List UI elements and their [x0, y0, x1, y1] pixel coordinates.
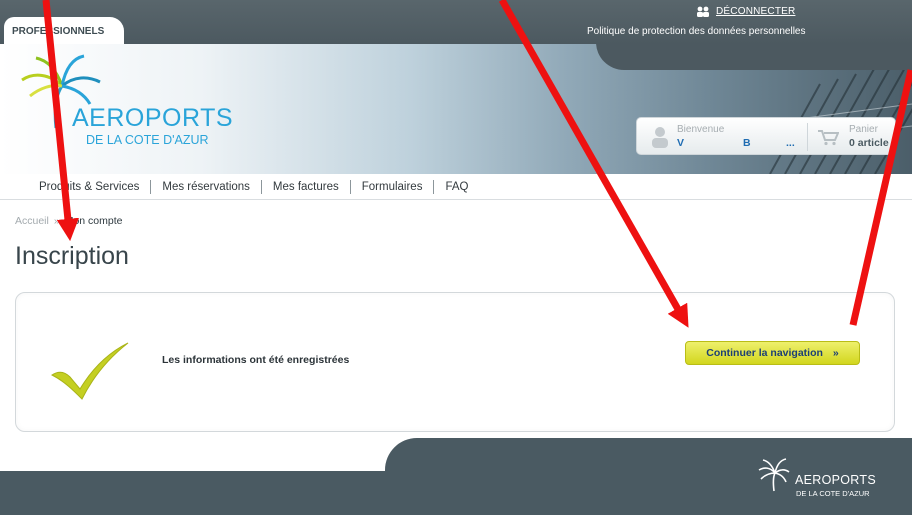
footer-logo-title: AEROPORTS — [795, 473, 876, 487]
menu-item-reservations[interactable]: Mes réservations — [151, 181, 261, 193]
breadcrumb: Accueil » Mon compte — [15, 215, 122, 227]
success-message: Les informations ont été enregistrées — [162, 354, 350, 366]
logo-subtitle: DE LA COTE D'AZUR — [86, 133, 209, 147]
user-icon — [652, 127, 668, 148]
menu-item-forms[interactable]: Formulaires — [351, 181, 434, 193]
footer-logo-subtitle: DE LA COTE D'AZUR — [796, 489, 870, 498]
user-last-name[interactable]: B — [743, 137, 751, 149]
cart-label[interactable]: Panier — [849, 124, 878, 135]
breadcrumb-separator: » — [53, 215, 60, 227]
welcome-label: Bienvenue — [677, 124, 725, 135]
main-menu: Produits & Services Mes réservations Mes… — [0, 174, 912, 200]
breadcrumb-home[interactable]: Accueil — [15, 215, 49, 227]
menu-item-faq[interactable]: FAQ — [434, 181, 479, 193]
logo-title: AEROPORTS — [72, 104, 234, 132]
menu-item-products-services[interactable]: Produits & Services — [28, 181, 150, 193]
menu-item-invoices[interactable]: Mes factures — [262, 181, 350, 193]
page-title: Inscription — [15, 242, 129, 270]
logout-label[interactable]: DÉCONNECTER — [716, 6, 795, 17]
cart-count[interactable]: 0 article — [849, 137, 889, 149]
user-name-more[interactable]: ... — [786, 137, 795, 149]
cart-icon[interactable] — [817, 128, 839, 146]
continue-navigation-button[interactable]: Continuer la navigation » — [685, 341, 860, 365]
account-box: Bienvenue V B ... Panier 0 article — [636, 117, 896, 155]
privacy-policy-link[interactable]: Politique de protection des données pers… — [587, 26, 806, 37]
continue-button-label[interactable]: Continuer la navigation — [706, 347, 823, 359]
double-chevron-icon: » — [832, 347, 839, 359]
user-first-name[interactable]: V — [677, 137, 684, 149]
confirmation-card: Les informations ont été enregistrées Co… — [15, 292, 895, 432]
tab-professionnels[interactable]: PROFESSIONNELS — [4, 17, 124, 44]
top-bar: PROFESSIONNELS DÉCONNECTER Politique de … — [0, 0, 912, 44]
footer-palm-icon — [758, 458, 790, 492]
header-top-shape — [596, 44, 912, 70]
breadcrumb-current: Mon compte — [64, 215, 123, 227]
account-divider — [807, 123, 808, 151]
logout-link[interactable]: DÉCONNECTER — [696, 6, 795, 17]
footer-top-shape — [385, 438, 912, 471]
users-icon — [697, 6, 709, 17]
checkmark-icon — [51, 342, 129, 400]
page-panel: AEROPORTS DE LA COTE D'AZUR Bienvenue V … — [0, 44, 912, 471]
